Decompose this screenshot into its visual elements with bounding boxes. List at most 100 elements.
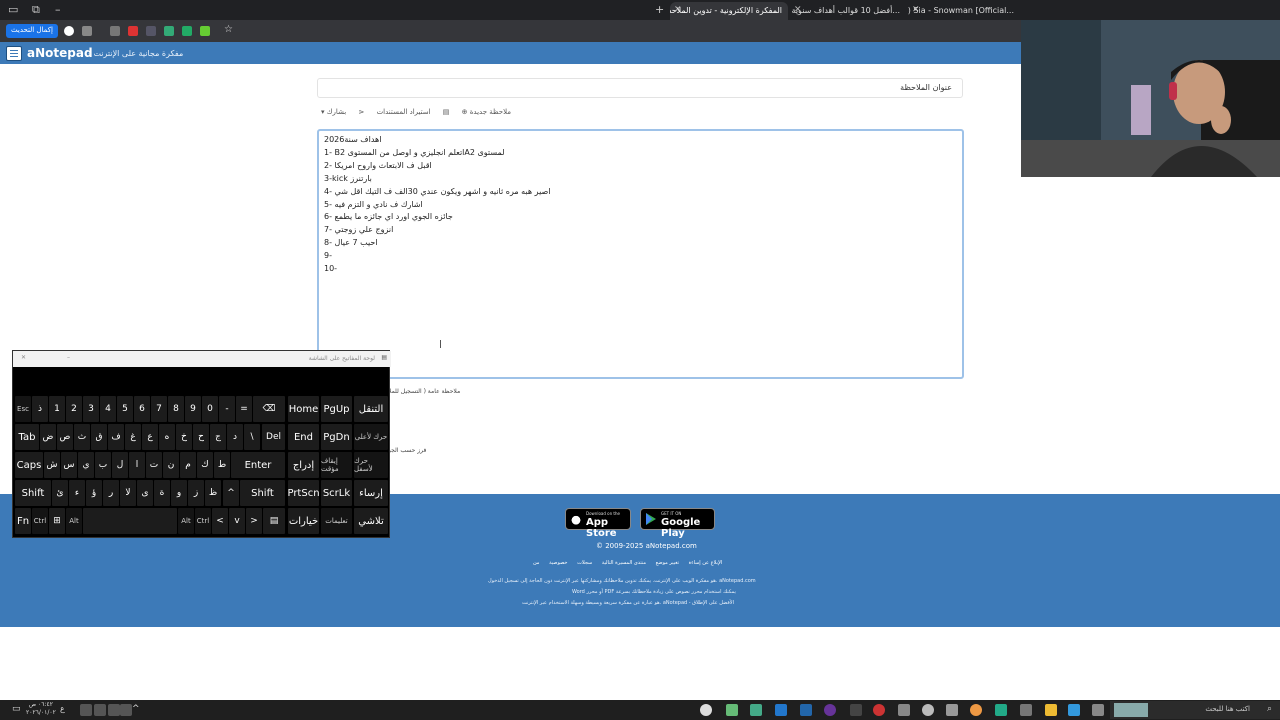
keyboard-key[interactable]: ؤ bbox=[86, 480, 102, 506]
taskbar-search[interactable]: اكتب هنا للبحث ⌕ bbox=[1110, 701, 1280, 719]
keyboard-key[interactable]: 4 bbox=[100, 396, 116, 422]
footer-link[interactable]: خصوصية bbox=[549, 560, 567, 566]
keyboard-key[interactable]: و bbox=[171, 480, 187, 506]
tab-goals-templates[interactable]: ✕ أفضل 10 قوالب أهداف سنوية م... bbox=[790, 2, 906, 20]
key-alt[interactable]: Alt bbox=[66, 508, 82, 534]
keyboard-key[interactable]: ى bbox=[137, 480, 153, 506]
keyboard-key[interactable]: ت bbox=[146, 452, 162, 478]
share-button[interactable]: ⋖ بشارك bbox=[327, 108, 365, 116]
footer-link[interactable]: تغيير موضع bbox=[656, 560, 679, 566]
keyboard-key[interactable]: 8 bbox=[168, 396, 184, 422]
keyboard-key[interactable]: 5 bbox=[117, 396, 133, 422]
keyboard-key[interactable]: ج bbox=[210, 424, 226, 450]
app-icon[interactable] bbox=[1068, 704, 1080, 716]
app-icon[interactable] bbox=[824, 704, 836, 716]
file-explorer-icon[interactable] bbox=[1045, 704, 1057, 716]
extension-icon[interactable] bbox=[128, 26, 138, 36]
key-right-arrow[interactable]: > bbox=[246, 508, 262, 534]
keyboard-key[interactable]: \ bbox=[244, 424, 260, 450]
keyboard-key[interactable]: ي bbox=[78, 452, 94, 478]
keyboard-key[interactable]: ا bbox=[129, 452, 145, 478]
keyboard-nav-key[interactable]: حرك لأسفل bbox=[354, 452, 388, 478]
app-icon[interactable] bbox=[850, 704, 862, 716]
restore-icon[interactable]: ⧉ bbox=[32, 3, 40, 17]
keyboard-key[interactable]: لا bbox=[120, 480, 136, 506]
keyboard-nav-key[interactable]: End bbox=[288, 424, 319, 450]
keyboard-key[interactable]: 3 bbox=[83, 396, 99, 422]
keyboard-key[interactable]: ء bbox=[69, 480, 85, 506]
key-alt[interactable]: Alt bbox=[178, 508, 194, 534]
keyboard-key[interactable]: ظ bbox=[205, 480, 221, 506]
battery-icon[interactable] bbox=[120, 704, 132, 716]
key-menu[interactable]: ▤ bbox=[263, 508, 285, 534]
key-backspace[interactable]: ⌫ bbox=[253, 396, 285, 422]
app-icon[interactable] bbox=[1020, 704, 1032, 716]
keyboard-nav-key[interactable]: إدراج bbox=[288, 452, 319, 478]
app-icon[interactable] bbox=[873, 704, 885, 716]
key-space[interactable] bbox=[83, 508, 177, 534]
extension-icon[interactable] bbox=[164, 26, 174, 36]
keyboard-nav-key[interactable]: إيقاف مؤقت bbox=[321, 452, 352, 478]
keyboard-key[interactable]: - bbox=[219, 396, 235, 422]
key-up-arrow[interactable]: ^ bbox=[223, 480, 239, 506]
import-documents-button[interactable]: ▤ استيراد المستندات bbox=[377, 108, 450, 116]
extension-icon[interactable] bbox=[110, 26, 120, 36]
key-down-arrow[interactable]: v bbox=[229, 508, 245, 534]
keyboard-key[interactable]: 1 bbox=[49, 396, 65, 422]
keyboard-key[interactable]: غ bbox=[125, 424, 141, 450]
bookmark-star-icon[interactable]: ☆ bbox=[224, 24, 233, 38]
keyboard-key[interactable]: ر bbox=[103, 480, 119, 506]
app-icon[interactable] bbox=[726, 704, 738, 716]
keyboard-key[interactable]: 6 bbox=[134, 396, 150, 422]
footer-link[interactable]: سجلات bbox=[577, 560, 592, 566]
keyboard-key[interactable]: 2 bbox=[66, 396, 82, 422]
key-left-arrow[interactable]: < bbox=[212, 508, 228, 534]
keyboard-nav-key[interactable]: حرك لأعلى bbox=[354, 424, 388, 450]
app-icon[interactable] bbox=[700, 704, 712, 716]
keyboard-key[interactable]: ط bbox=[214, 452, 230, 478]
volume-icon[interactable] bbox=[94, 704, 106, 716]
keyboard-nav-key[interactable]: ScrLk bbox=[321, 480, 352, 506]
keyboard-key[interactable]: ب bbox=[95, 452, 111, 478]
keyboard-title-bar[interactable]: ✕ – لوحة المفاتيح على الشاشة ▤ bbox=[13, 351, 391, 367]
update-button[interactable]: إكمال التحديث bbox=[6, 24, 58, 38]
keyboard-key[interactable]: ع bbox=[142, 424, 158, 450]
microphone-icon[interactable] bbox=[108, 704, 120, 716]
keyboard-key[interactable]: خ bbox=[176, 424, 192, 450]
notification-icon[interactable]: ▭ bbox=[12, 704, 24, 716]
footer-link[interactable]: من bbox=[533, 560, 539, 566]
key-esc[interactable]: Esc bbox=[15, 396, 31, 422]
keyboard-key[interactable]: ة bbox=[154, 480, 170, 506]
key-shift-right[interactable]: Shift bbox=[240, 480, 285, 506]
extension-icon[interactable] bbox=[200, 26, 210, 36]
keyboard-key[interactable]: ل bbox=[112, 452, 128, 478]
footer-link[interactable]: منتدى المسيرة التالية bbox=[602, 560, 646, 566]
network-icon[interactable] bbox=[80, 704, 92, 716]
note-type-label[interactable]: ملاحظة عامة ( التسجيل للملا bbox=[388, 388, 460, 395]
keyboard-key[interactable]: ف bbox=[108, 424, 124, 450]
app-icon[interactable] bbox=[750, 704, 762, 716]
sort-label[interactable]: فرز حسب الجو bbox=[388, 447, 426, 454]
keyboard-key[interactable]: ث bbox=[74, 424, 90, 450]
key-delete[interactable]: Del bbox=[262, 424, 285, 450]
keyboard-nav-key[interactable]: PgDn bbox=[321, 424, 352, 450]
app-icon[interactable] bbox=[946, 704, 958, 716]
new-tab-button[interactable]: + bbox=[655, 3, 664, 16]
keyboard-key[interactable]: = bbox=[236, 396, 252, 422]
settings-icon[interactable] bbox=[922, 704, 934, 716]
keyboard-nav-key[interactable]: Home bbox=[288, 396, 319, 422]
windows-key[interactable]: ⊞ bbox=[49, 508, 65, 534]
minimize-icon[interactable]: – bbox=[55, 3, 61, 16]
keyboard-key[interactable]: 9 bbox=[185, 396, 201, 422]
extension-icon[interactable] bbox=[146, 26, 156, 36]
language-indicator[interactable]: ع bbox=[60, 704, 72, 716]
keyboard-key[interactable]: ك bbox=[197, 452, 213, 478]
keyboard-nav-key[interactable]: خيارات bbox=[288, 508, 319, 534]
anotepad-logo-icon[interactable] bbox=[6, 46, 22, 61]
keyboard-key[interactable]: ز bbox=[188, 480, 204, 506]
taskbar-clock[interactable]: ٠٦:٤٢ ص ٢٠٢٦/٠١/٠٢ bbox=[26, 701, 56, 717]
keyboard-key[interactable]: ش bbox=[44, 452, 60, 478]
keyboard-key[interactable]: د bbox=[227, 424, 243, 450]
app-icon[interactable] bbox=[775, 704, 787, 716]
app-store-button[interactable]: Download on the App Store bbox=[565, 508, 631, 539]
